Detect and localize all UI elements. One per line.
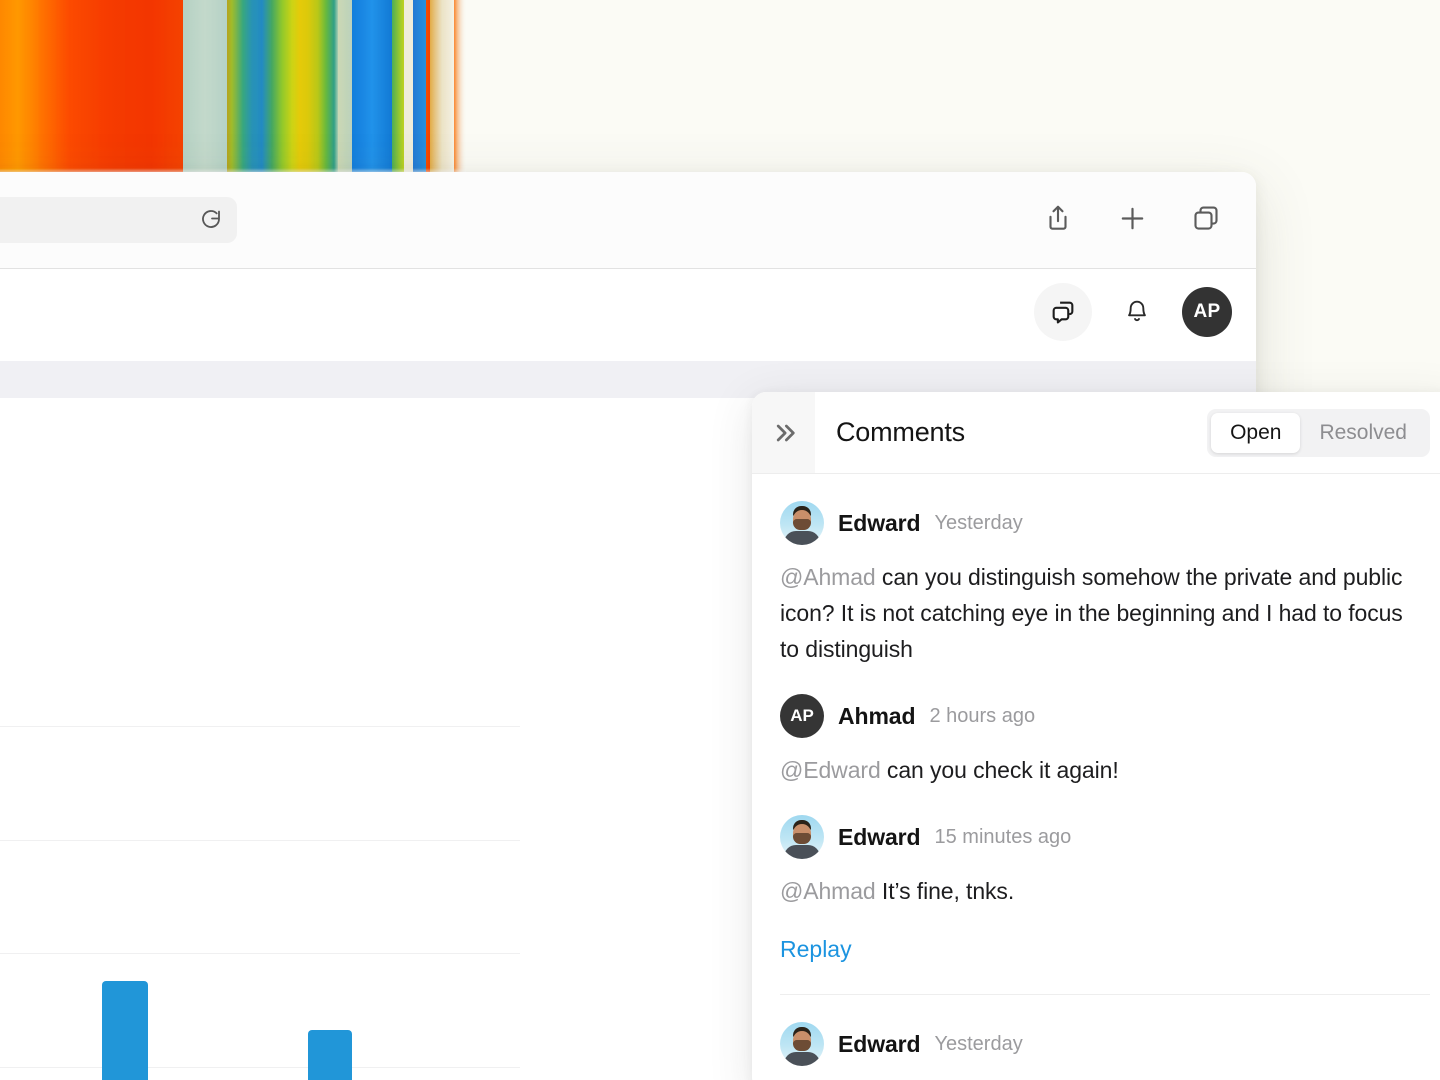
chart-bar (308, 1030, 352, 1080)
collapse-panel-button[interactable] (752, 392, 815, 473)
comments-filter-toggle: Open Resolved (1207, 408, 1430, 457)
chart-bar (102, 981, 148, 1080)
browser-toolbar-actions (1036, 194, 1228, 242)
comment-header: Edward 15 minutes ago (780, 815, 1430, 859)
new-tab-button[interactable] (1110, 194, 1154, 242)
comment-timestamp: 15 minutes ago (934, 825, 1072, 848)
url-bar[interactable] (0, 197, 237, 243)
comment-author: Edward (838, 509, 921, 536)
page-title: Comments (836, 417, 965, 447)
comment-header: Edward Yesterday (780, 501, 1430, 545)
filter-resolved[interactable]: Resolved (1300, 413, 1426, 453)
comment-mention[interactable]: @Edward (780, 757, 881, 783)
wallpaper-overlay (0, 0, 466, 176)
comment-text: It’s fine, tnks. (875, 878, 1015, 904)
comment-item[interactable]: Edward Yesterday @Ahmad can you distingu… (780, 995, 1430, 1080)
comment-mention[interactable]: @Ahmad (780, 564, 876, 590)
comments-panel-header: Comments Open Resolved (752, 392, 1440, 474)
comment-header: AP Ahmad 2 hours ago (780, 694, 1430, 738)
notifications-bell-button[interactable] (1114, 289, 1160, 335)
reply-link[interactable]: Replay (780, 936, 852, 963)
tab-overview-button[interactable] (1184, 194, 1228, 242)
comment-body: @Ahmad It’s fine, tnks. (780, 873, 1430, 909)
desktop: AP Comments Open Resolved Edward Yesterd… (0, 0, 1440, 1080)
comment-body: @Edward can you check it again! (780, 752, 1430, 788)
wallpaper-fade (450, 0, 466, 176)
chart-gridline (0, 726, 520, 727)
user-avatar[interactable]: AP (1182, 287, 1232, 337)
app-header: AP (0, 269, 1256, 361)
browser-toolbar (0, 172, 1256, 269)
comments-list[interactable]: Edward Yesterday @Ahmad can you distingu… (752, 474, 1440, 1080)
comment-timestamp: Yesterday (934, 511, 1023, 534)
app-header-actions: AP (1034, 283, 1232, 341)
comment-timestamp: 2 hours ago (929, 704, 1036, 727)
avatar (780, 815, 824, 859)
reload-icon[interactable] (199, 208, 223, 232)
share-button[interactable] (1036, 194, 1080, 242)
comment-body: @Ahmad can you distinguish somehow the p… (780, 559, 1430, 667)
desktop-wallpaper (0, 0, 466, 176)
avatar (780, 1022, 824, 1066)
comment-item[interactable]: Edward 15 minutes ago @Ahmad It’s fine, … (780, 788, 1430, 995)
double-chevron-right-icon (770, 419, 798, 447)
comment-timestamp: Yesterday (934, 1032, 1023, 1055)
avatar: AP (780, 694, 824, 738)
comment-item[interactable]: Edward Yesterday @Ahmad can you distingu… (780, 474, 1430, 667)
comment-text: can you check it again! (880, 757, 1119, 783)
comment-header: Edward Yesterday (780, 1022, 1430, 1066)
comment-item[interactable]: AP Ahmad 2 hours ago @Edward can you che… (780, 667, 1430, 788)
comment-author: Edward (838, 823, 921, 850)
chart-gridline (0, 1067, 520, 1068)
comment-author: Edward (838, 1030, 921, 1057)
comments-panel: Comments Open Resolved Edward Yesterday (752, 392, 1440, 1080)
comment-author: Ahmad (838, 702, 916, 729)
filter-open[interactable]: Open (1211, 412, 1301, 453)
chart-gridline (0, 953, 520, 954)
comments-toggle-button[interactable] (1034, 283, 1092, 341)
comment-mention[interactable]: @Ahmad (780, 878, 876, 904)
chart-gridline (0, 840, 520, 841)
avatar (780, 501, 824, 545)
